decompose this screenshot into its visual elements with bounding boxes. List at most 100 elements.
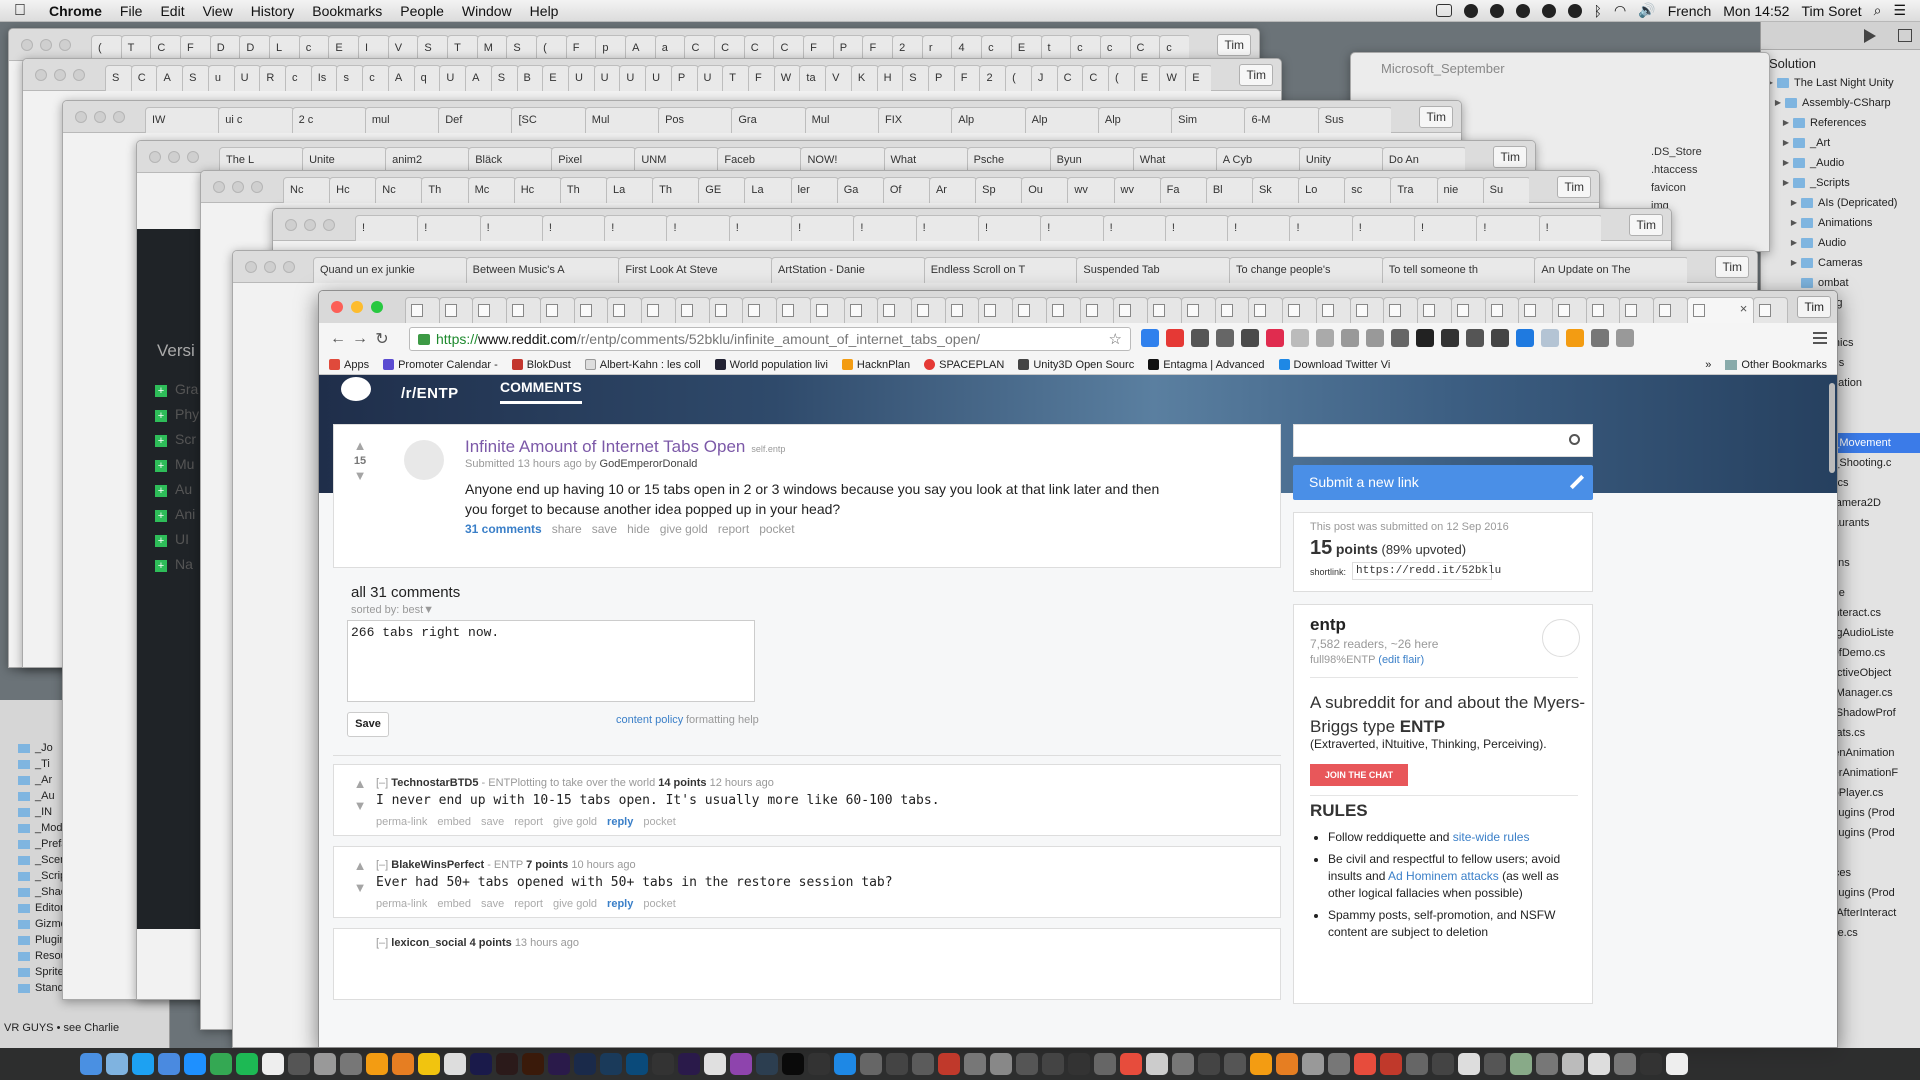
tab-comments[interactable]: COMMENTS — [500, 379, 582, 404]
collapse-toggle[interactable]: [–] — [376, 859, 388, 871]
profile-button[interactable]: Tim — [1217, 34, 1251, 56]
browser-tab[interactable]: Quand un ex junkie — [313, 257, 468, 283]
airplay-icon[interactable] — [1435, 4, 1452, 17]
browser-tab[interactable] — [944, 297, 980, 323]
subreddit-title[interactable]: entp — [1310, 615, 1346, 635]
camera-app-icon[interactable] — [1541, 3, 1556, 18]
reload-icon[interactable]: ↻ — [371, 329, 393, 349]
dock-app-icon[interactable] — [756, 1053, 778, 1075]
browser-tab[interactable]: E — [1185, 65, 1211, 91]
browser-tab[interactable] — [674, 297, 710, 323]
browser-tab[interactable]: A — [387, 65, 416, 91]
unity-list-item[interactable]: + Au — [155, 477, 199, 502]
dock-app-icon[interactable] — [236, 1053, 258, 1075]
browser-tab[interactable]: c — [362, 65, 390, 91]
browser-tab[interactable]: ! — [1102, 215, 1167, 241]
menu-file[interactable]: File — [111, 3, 152, 19]
browser-tab[interactable]: ( — [1108, 65, 1136, 91]
unity-list-item[interactable]: + Na — [155, 552, 199, 577]
browser-tab[interactable]: wv — [1067, 177, 1116, 203]
browser-tab[interactable]: Alp — [1024, 107, 1100, 133]
browser-tab[interactable]: FIX — [877, 107, 954, 133]
browser-tab[interactable] — [1619, 297, 1655, 323]
browser-tab[interactable]: ! — [915, 215, 980, 241]
browser-tab[interactable]: ! — [1289, 215, 1354, 241]
dock-app-icon[interactable] — [626, 1053, 648, 1075]
browser-tab[interactable]: Nc — [283, 177, 332, 203]
browser-tab[interactable]: Sk — [1251, 177, 1301, 203]
input-source[interactable]: French — [1668, 3, 1712, 19]
browser-tab[interactable] — [1315, 297, 1351, 323]
apple-menu-icon[interactable]:  — [0, 2, 40, 20]
browser-tab[interactable]: ! — [479, 215, 544, 241]
browser-tab[interactable] — [1180, 297, 1216, 323]
browser-tab[interactable]: U — [696, 65, 725, 91]
browser-tab[interactable]: E — [542, 65, 570, 91]
close-window-icon[interactable] — [331, 301, 343, 313]
dock-app-icon[interactable] — [470, 1053, 492, 1075]
browser-tab[interactable]: Between Music's A — [465, 257, 621, 283]
pocket-link[interactable]: pocket — [643, 816, 675, 828]
browser-tab[interactable]: IW — [145, 107, 221, 133]
embed-link[interactable]: embed — [437, 898, 471, 910]
bookmark-item[interactable]: HacknPlan — [841, 359, 910, 371]
bookmark-item[interactable]: Promoter Calendar - — [383, 359, 498, 371]
dock-app-icon[interactable] — [366, 1053, 388, 1075]
browser-tab[interactable]: U — [593, 65, 622, 91]
address-bar[interactable]: https:// www.reddit.com /r/entp/comments… — [409, 327, 1131, 351]
dock-app-icon[interactable] — [1510, 1053, 1532, 1075]
self-post-thumbnail[interactable] — [404, 440, 444, 480]
browser-tab[interactable]: Sp — [975, 177, 1024, 203]
comment-author[interactable]: TechnostarBTD5 — [391, 777, 478, 789]
comment-author[interactable]: lexicon_social — [391, 937, 466, 949]
browser-tab[interactable]: K — [850, 65, 879, 91]
expand-arrow-icon[interactable]: ▶ — [1789, 233, 1799, 253]
give-gold-link[interactable]: give gold — [553, 816, 597, 828]
dock-app-icon[interactable] — [1588, 1053, 1610, 1075]
comment-textarea[interactable]: 266 tabs right now. — [347, 620, 755, 702]
browser-tab[interactable] — [1349, 297, 1385, 323]
browser-tab[interactable]: Nc — [375, 177, 424, 203]
browser-tab[interactable]: ! — [417, 215, 482, 241]
expand-arrow-icon[interactable]: ▶ — [1781, 153, 1791, 173]
browser-tab[interactable]: ! — [977, 215, 1043, 241]
browser-tab[interactable]: U — [645, 65, 673, 91]
add-icon[interactable]: + — [155, 460, 167, 472]
dock-app-icon[interactable] — [418, 1053, 440, 1075]
search-input[interactable] — [1293, 424, 1593, 457]
dock-app-icon[interactable] — [522, 1053, 544, 1075]
extension-icon[interactable] — [1241, 329, 1259, 347]
browser-tab[interactable] — [1551, 297, 1587, 323]
upvote-icon[interactable]: ▲ — [350, 777, 370, 791]
extension-icon[interactable] — [1166, 329, 1184, 347]
dock-app-icon[interactable] — [392, 1053, 414, 1075]
browser-tab[interactable]: S — [490, 65, 519, 91]
bookmark-item[interactable]: Albert-Kahn : les coll — [584, 359, 701, 371]
browser-tab[interactable]: Fa — [1159, 177, 1208, 203]
extension-icon[interactable] — [1416, 329, 1434, 347]
browser-tab[interactable] — [607, 297, 643, 323]
dock-app-icon[interactable] — [132, 1053, 154, 1075]
extension-icon[interactable] — [1216, 329, 1234, 347]
active-tab[interactable]: × — [1686, 297, 1755, 323]
browser-tab[interactable]: To change people's — [1229, 257, 1384, 283]
browser-tab[interactable]: Th — [559, 177, 608, 203]
dock-app-icon[interactable] — [80, 1053, 102, 1075]
browser-tab[interactable]: E — [1133, 65, 1162, 91]
browser-tab[interactable]: Tra — [1390, 177, 1439, 203]
browser-tab[interactable]: H — [876, 65, 905, 91]
dock-app-icon[interactable] — [444, 1053, 466, 1075]
browser-tab[interactable] — [506, 297, 541, 323]
browser-tab[interactable]: GE — [698, 177, 747, 203]
profile-button[interactable]: Tim — [1629, 214, 1663, 236]
browser-tab[interactable]: u — [207, 65, 236, 91]
finder-item[interactable]: .DS_Store — [1651, 143, 1702, 161]
extension-icon[interactable] — [1441, 329, 1459, 347]
dock-app-icon[interactable] — [106, 1053, 128, 1075]
browser-tab[interactable]: F — [747, 65, 776, 91]
browser-tab[interactable]: mul — [364, 107, 441, 133]
browser-tab[interactable]: U — [619, 65, 648, 91]
browser-tab[interactable]: sc — [1344, 177, 1393, 203]
solution-tree-node[interactable]: ▶ Audio — [1761, 233, 1920, 253]
browser-tab[interactable]: La — [744, 177, 793, 203]
